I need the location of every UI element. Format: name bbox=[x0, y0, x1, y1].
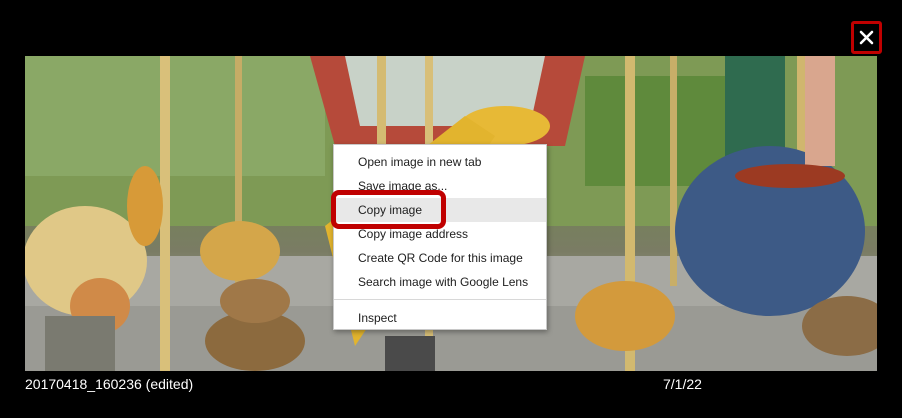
context-menu: Open image in new tab Save image as... C… bbox=[333, 144, 547, 330]
caption-filename: 20170418_160236 (edited) bbox=[25, 376, 194, 392]
menu-separator bbox=[334, 299, 546, 300]
menu-item-save-image-as[interactable]: Save image as... bbox=[334, 174, 546, 198]
menu-item-create-qr-code[interactable]: Create QR Code for this image bbox=[334, 246, 546, 270]
caption-date: 7/1/22 bbox=[663, 376, 702, 392]
menu-item-copy-image-address[interactable]: Copy image address bbox=[334, 222, 546, 246]
menu-item-search-google-lens[interactable]: Search image with Google Lens bbox=[334, 270, 546, 294]
menu-item-copy-image[interactable]: Copy image bbox=[334, 198, 546, 222]
menu-item-open-image-new-tab[interactable]: Open image in new tab bbox=[334, 150, 546, 174]
close-icon bbox=[859, 30, 874, 45]
close-button[interactable] bbox=[851, 21, 882, 54]
menu-item-inspect[interactable]: Inspect bbox=[334, 306, 546, 330]
